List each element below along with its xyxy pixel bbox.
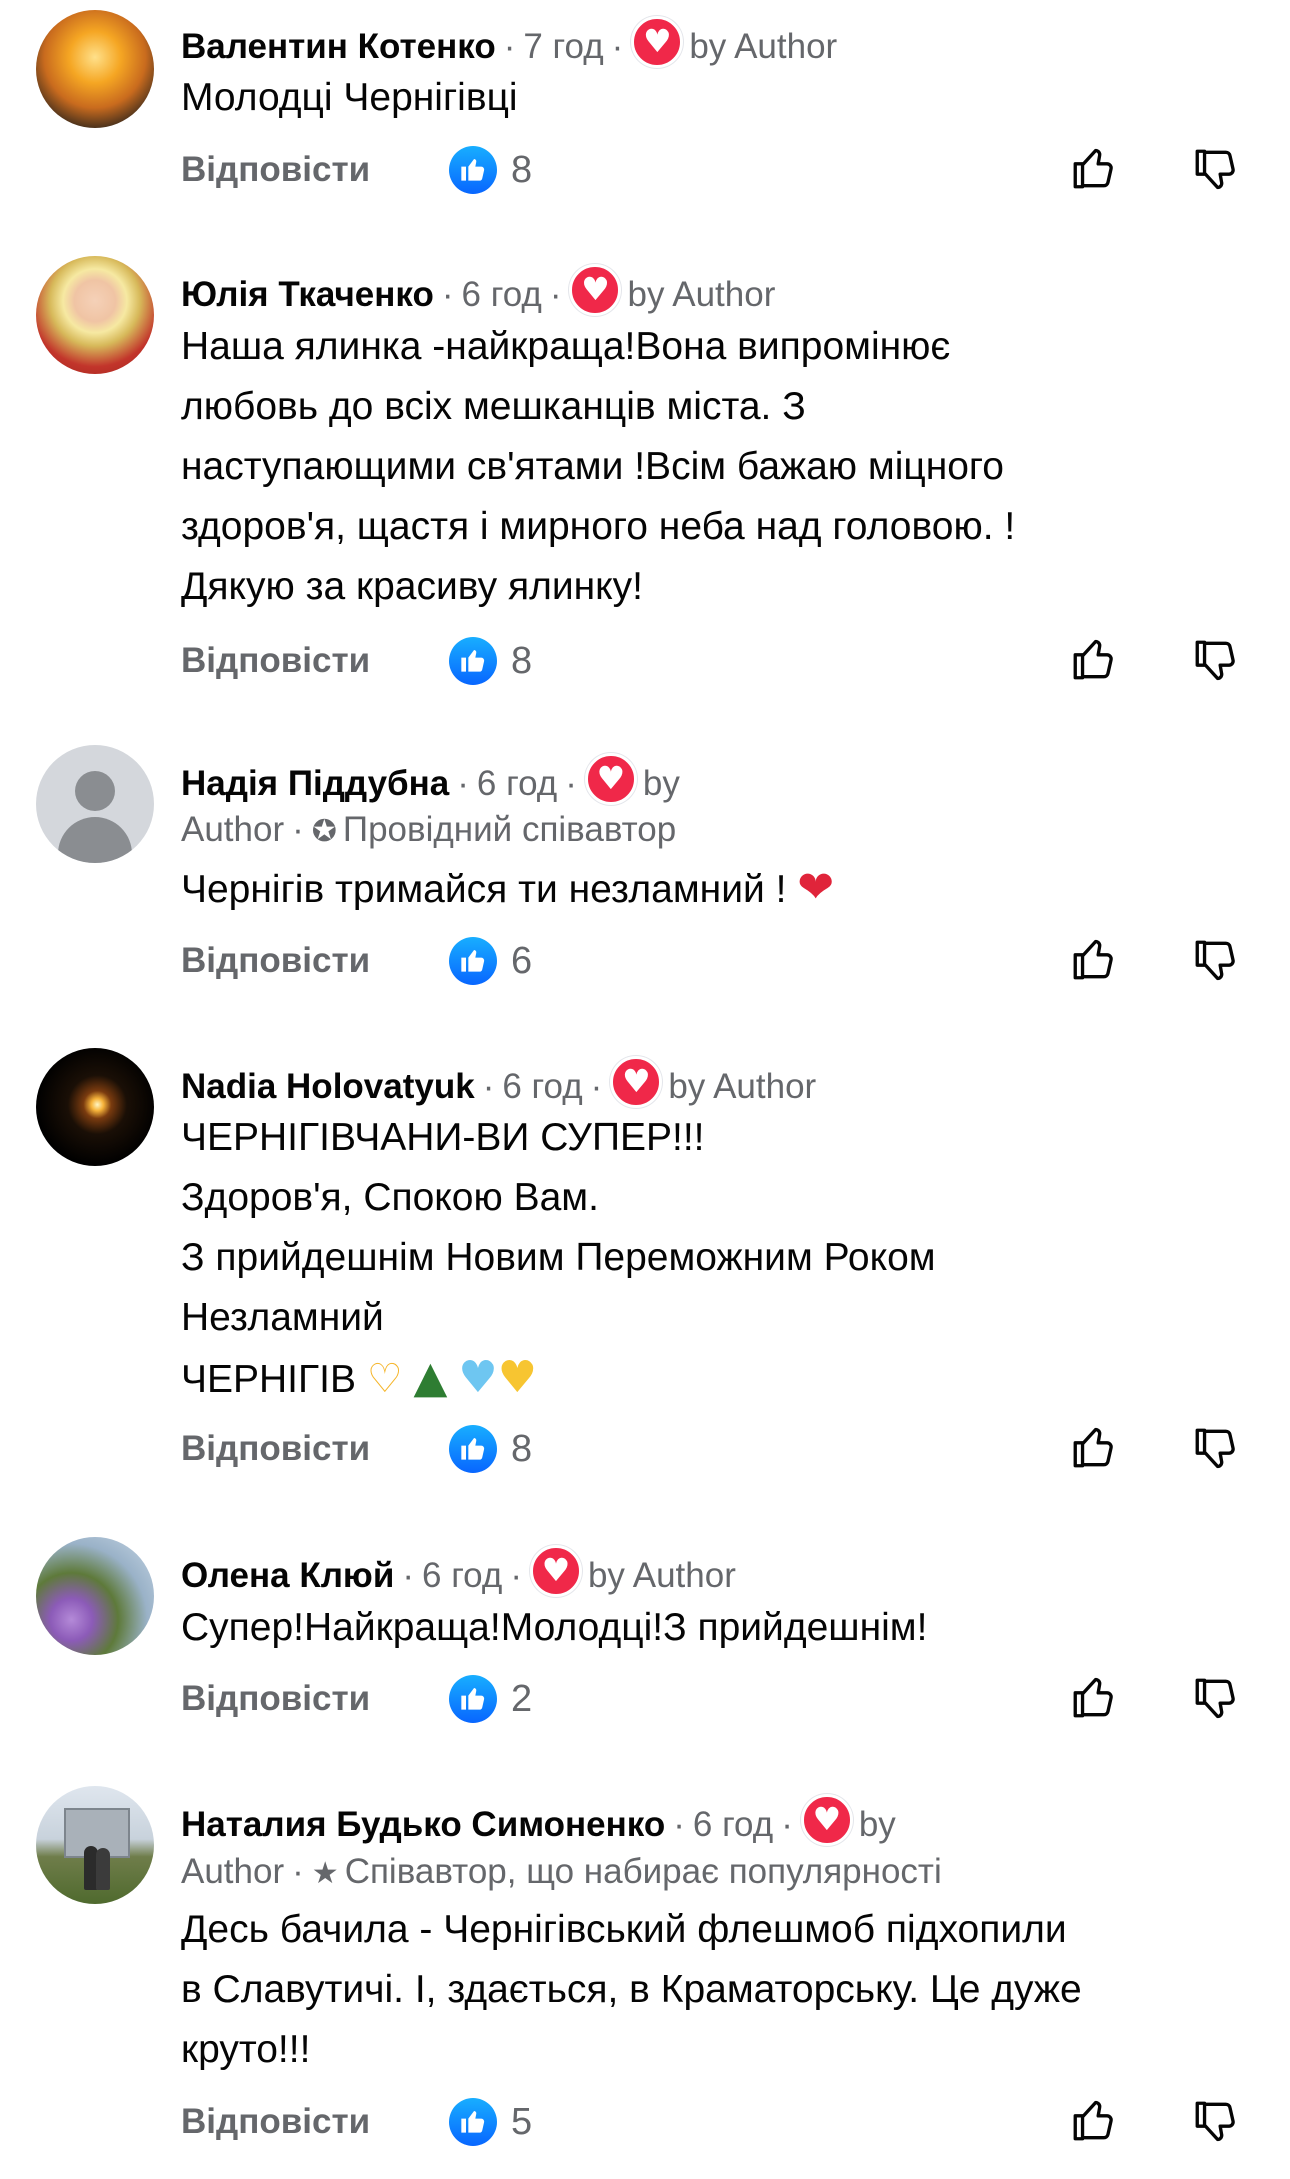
like-count: 2 [511,1678,533,1720]
thumbs-up-outline-icon[interactable] [1069,634,1119,689]
comment-time[interactable]: 7 год [523,27,603,66]
thumbs-down-outline-icon[interactable] [1191,2097,1241,2152]
author-reaction-label: by [858,1805,896,1844]
comment-text: ЧЕРНІГІВЧАНИ-ВИ СУПЕР!!! Здоров'я, Споко… [181,1116,936,1403]
contributor-badge[interactable]: Співавтор, що набирає популярності [345,1852,942,1891]
comment-text: Наша ялинка -найкраща!Вона випромінює лю… [181,325,1016,608]
comment-actions: Відповісти 8 [181,145,1261,195]
author-reaction-label: by Author [668,1067,817,1106]
comment-actions: Відповісти 6 [181,936,1261,986]
comment-meta: Наталия Будько Симоненко·6 год·by [181,1794,896,1847]
author-reaction-label: by Author [587,1556,736,1595]
reply-button[interactable]: Відповісти [181,2097,370,2147]
commenter-name[interactable]: Юлія Ткаченко [181,275,434,314]
comment-time[interactable]: 6 год [693,1805,773,1844]
avatar[interactable] [36,10,154,128]
author-reaction-label: by Author [627,275,776,314]
like-count: 6 [511,940,533,982]
like-icon [449,1675,497,1723]
heart-icon [631,16,684,68]
avatar[interactable] [36,256,154,374]
comment-meta-line2: Author · ✪ Провідний співавтор [181,810,677,849]
reply-button[interactable]: Відповісти [181,636,370,686]
comment-meta: Валентин Котенко·7 год·by Author [181,16,837,69]
avatar[interactable] [36,1537,154,1655]
reply-button[interactable]: Відповісти [181,1424,370,1474]
comment-time[interactable]: 6 год [477,764,557,803]
thumbs-down-outline-icon[interactable] [1191,1674,1241,1729]
reply-button[interactable]: Відповісти [181,936,370,986]
like-count: 8 [511,640,533,682]
star-icon: ★ [311,1856,339,1891]
comment-actions: Відповісти 8 [181,636,1261,686]
author-reaction-label: by Author [689,27,838,66]
comment-actions: Відповісти 5 [181,2097,1261,2147]
like-icon [449,146,497,194]
thumbs-up-outline-icon[interactable] [1069,143,1119,198]
christmas-tree-emoji: ▲ [413,1352,448,1403]
thumbs-up-outline-icon[interactable] [1069,934,1119,989]
comment-meta: Олена Клюй·6 год·by Author [181,1545,736,1598]
thumbs-down-outline-icon[interactable] [1191,1424,1241,1479]
avatar-person [96,1848,110,1890]
comment-text: Супер!Найкраща!Молодці!З прийдешнім! [181,1606,928,1649]
comment-actions: Відповісти 2 [181,1674,1261,1724]
badge-ribbon-icon: ✪ [311,814,337,849]
heart-hands-emoji: ♡ [366,1356,403,1402]
like-icon [449,1425,497,1473]
reply-button[interactable]: Відповісти [181,1674,370,1724]
comment-text: Молодці Чернігівці [181,76,518,119]
commenter-name[interactable]: Олена Клюй [181,1556,394,1595]
commenter-name[interactable]: Наталия Будько Симоненко [181,1805,665,1844]
thumbs-down-outline-icon[interactable] [1191,636,1241,691]
like-icon [449,2098,497,2146]
default-avatar-body [58,817,132,863]
comment-time[interactable]: 6 год [502,1067,582,1106]
comment-text: Чернігів тримайся ти незламний ! ❤ [181,862,835,913]
thumbs-down-outline-icon[interactable] [1191,936,1241,991]
comment-time[interactable]: 6 год [462,275,542,314]
like-icon [449,937,497,985]
like-icon [449,637,497,685]
avatar[interactable] [36,1048,154,1166]
thumbs-up-outline-icon[interactable] [1069,1672,1119,1727]
thumbs-up-outline-icon[interactable] [1069,1422,1119,1477]
heart-icon [584,753,637,805]
contributor-badge[interactable]: Провідний співавтор [343,810,676,849]
red-heart-emoji: ❤ [797,862,835,913]
comment-meta: Nadia Holovatyuk·6 год·by Author [181,1056,816,1109]
heart-icon [569,264,622,316]
yellow-heart-emoji: ♥ [497,1352,538,1403]
like-count: 8 [511,149,533,191]
commenter-name[interactable]: Валентин Котенко [181,27,496,66]
comment-actions: Відповісти 8 [181,1424,1261,1474]
comment-meta: Надія Піддубна·6 год·by [181,753,680,806]
comment-time[interactable]: 6 год [422,1556,502,1595]
commenter-name[interactable]: Надія Піддубна [181,764,449,803]
reply-button[interactable]: Відповісти [181,145,370,195]
like-count: 5 [511,2101,533,2143]
comment-meta: Юлія Ткаченко·6 год·by Author [181,264,775,317]
commenter-name[interactable]: Nadia Holovatyuk [181,1067,475,1106]
avatar[interactable] [36,1786,154,1904]
comment-meta-line2: Author · ★ Співавтор, що набирає популярнос… [181,1852,942,1891]
heart-icon [610,1056,663,1108]
author-reaction-label: by [642,764,680,803]
thumbs-down-outline-icon[interactable] [1191,145,1241,200]
default-avatar-head [75,771,115,811]
comment-text: Десь бачила - Чернігівський флешмоб підх… [181,1908,1082,2071]
avatar[interactable] [36,745,154,863]
thumbs-up-outline-icon[interactable] [1069,2095,1119,2150]
like-count: 8 [511,1428,533,1470]
heart-icon [800,1794,853,1846]
heart-icon [529,1545,582,1597]
blue-heart-emoji: ♥ [458,1352,498,1403]
